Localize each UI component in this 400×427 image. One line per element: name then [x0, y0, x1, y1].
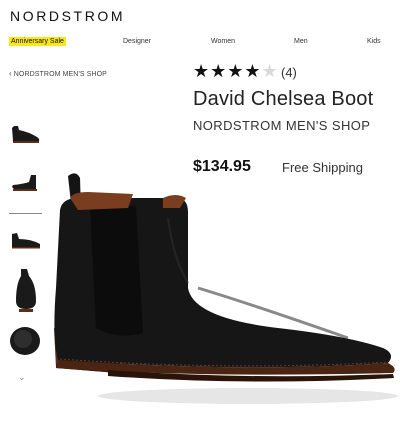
- rating-count[interactable]: (4): [281, 65, 297, 80]
- breadcrumb[interactable]: ‹ NORDSTROM MEN'S SHOP: [9, 69, 107, 78]
- nav-anniversary-sale[interactable]: Anniversary Sale: [9, 37, 66, 46]
- star-filled-icons: ★★★★: [193, 61, 262, 81]
- product-title: David Chelsea Boot: [193, 88, 374, 110]
- thumbnail-boot-image: [10, 327, 40, 355]
- chevron-down-icon[interactable]: ⌄: [18, 372, 26, 383]
- nav-women[interactable]: Women: [211, 38, 235, 45]
- product-main-image: [54, 173, 398, 404]
- thumbnail-boot-image: [12, 233, 40, 249]
- thumbnail-boot-image: [12, 175, 37, 191]
- thumbnail-side-view[interactable]: [9, 118, 42, 158]
- thumbnail-boot-image: [12, 126, 40, 143]
- thumbnail-sole-view[interactable]: [9, 326, 42, 366]
- nordstrom-logo[interactable]: NORDSTROM: [10, 8, 125, 24]
- thumbnail-side-view-2[interactable]: [9, 170, 42, 214]
- nav-designer[interactable]: Designer: [123, 38, 151, 45]
- top-nav: Anniversary Sale Designer Women Men Kids: [0, 37, 400, 49]
- thumbnail-back-view[interactable]: [9, 266, 42, 316]
- nav-men[interactable]: Men: [294, 38, 308, 45]
- star-empty-icon: ★: [261, 61, 279, 81]
- product-brand[interactable]: NORDSTROM MEN'S SHOP: [193, 118, 370, 133]
- chevron-left-icon: ‹: [9, 69, 12, 78]
- rating-stars[interactable]: ★★★★★: [193, 61, 279, 81]
- thumbnail-boot-image: [16, 269, 36, 312]
- nav-kids[interactable]: Kids: [367, 38, 381, 45]
- breadcrumb-label: NORDSTROM MEN'S SHOP: [13, 71, 107, 78]
- thumbnail-top-view[interactable]: [9, 224, 42, 264]
